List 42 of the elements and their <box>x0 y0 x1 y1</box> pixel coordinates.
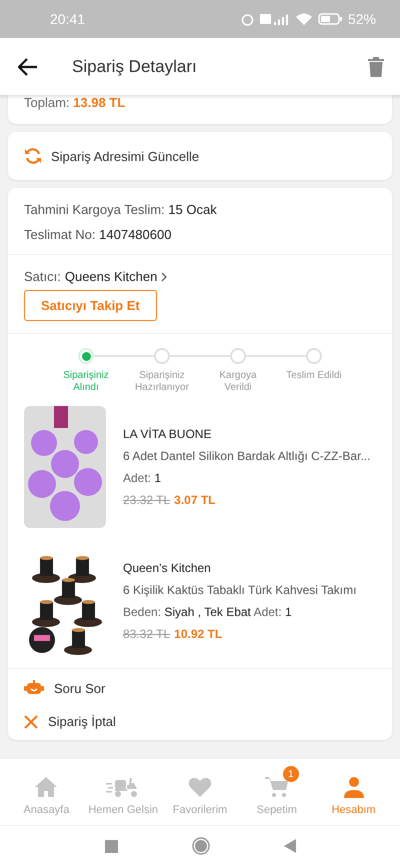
wifi-icon <box>296 13 312 25</box>
alarm-icon <box>240 12 254 26</box>
trash-icon[interactable] <box>368 56 384 76</box>
back-nav-icon[interactable] <box>284 839 296 853</box>
step-label: Teslim Edildi <box>285 370 343 382</box>
shipping-info: Tahmini Kargoya Teslim: 15 Ocak <box>24 202 218 217</box>
cancel-order-button[interactable]: Sipariş İptal <box>8 705 132 738</box>
back-icon[interactable] <box>18 58 38 76</box>
step-label: Kargoya Verildi <box>218 370 258 394</box>
product-details: Beden: Siyah , Tek Ebat Adet: 1 <box>123 605 293 619</box>
chevron-right-icon <box>161 272 168 282</box>
battery-icon <box>318 13 342 25</box>
battery-percent: 52% <box>348 11 376 27</box>
product-brand: LA VİTA BUONE <box>123 427 212 441</box>
clock: 20:41 <box>50 11 86 27</box>
old-price: 83.32 TL <box>123 627 170 641</box>
old-price: 23.32 TL <box>123 493 170 507</box>
shipping-info: Teslimat No: 1407480600 <box>24 227 172 242</box>
recents-icon[interactable] <box>104 840 118 852</box>
seller-link[interactable]: Satıcı: Queens Kitchen <box>24 269 376 284</box>
ask-question-button[interactable]: Soru Sor <box>8 671 122 705</box>
signal-icon <box>260 13 290 25</box>
price: 10.92 TL <box>174 627 222 641</box>
close-icon <box>24 714 38 728</box>
step-label: Siparişiniz Alındı <box>62 370 110 394</box>
order-total: Toplam: 13.98 TL <box>23 95 126 112</box>
person-icon <box>342 776 366 798</box>
price: 3.07 TL <box>174 493 216 507</box>
update-address-button[interactable]: Sipariş Adresimi Güncelle <box>8 132 392 180</box>
product-brand: Queen’s Kitchen <box>123 561 212 575</box>
step-label: Siparişiniz Hazırlanıyor <box>134 370 190 394</box>
cart-badge: 1 <box>282 766 299 782</box>
home-button-icon[interactable] <box>192 837 210 855</box>
heart-icon <box>188 776 212 798</box>
product-details: Adet: 1 <box>123 471 162 485</box>
robot-icon <box>24 680 44 696</box>
product-title[interactable]: 6 Adet Dantel Silikon Bardak Altlığı C-ZZ-Bar... <box>123 449 370 463</box>
home-icon <box>34 776 58 798</box>
refresh-icon <box>24 147 42 165</box>
page-title: Sipariş Detayları <box>72 56 198 76</box>
cart-icon <box>264 776 289 798</box>
product-title[interactable]: 6 Kişilik Kaktüs Tabaklı Türk Kahvesi Takımı <box>123 583 356 597</box>
